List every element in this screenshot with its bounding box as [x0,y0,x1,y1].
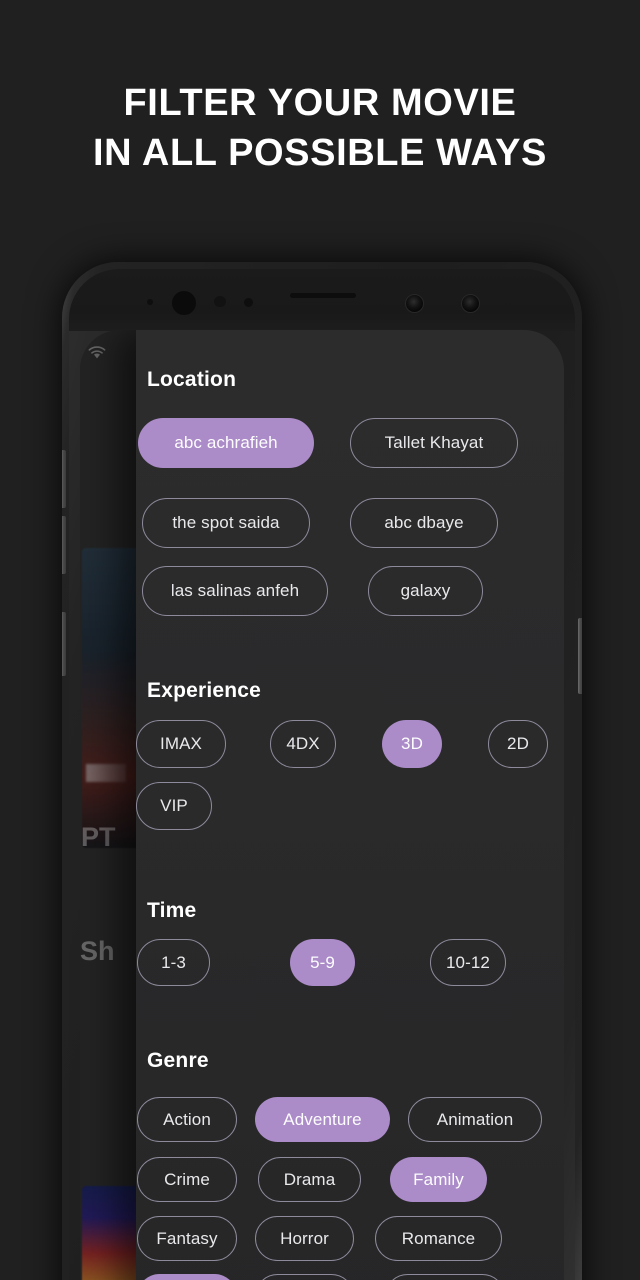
camera-lens-right-a-icon [405,294,424,313]
power-button[interactable] [578,618,582,694]
filter-panel: Location abc achrafieh Tallet Khayat the sp… [136,330,564,1280]
wifi-icon [88,346,106,359]
chip-genre-action[interactable]: Action [137,1097,237,1142]
chip-time-10-12[interactable]: 10-12 [430,939,506,986]
background-movie-poster [82,548,140,848]
section-title-experience: Experience [147,679,262,702]
chip-genre-partial[interactable] [385,1274,505,1280]
chip-location-abc-achrafieh[interactable]: abc achrafieh [138,418,314,468]
background-movie-poster [82,1186,140,1280]
background-text-fragment: PT [81,822,116,852]
page-title: FILTER YOUR MOVIE IN ALL POSSIBLE WAYS [0,78,640,178]
chip-time-1-3[interactable]: 1-3 [137,939,210,986]
chip-experience-imax[interactable]: IMAX [136,720,226,768]
front-camera-icon [172,291,196,315]
headline-line-1: FILTER YOUR MOVIE [123,82,517,124]
chip-genre-family[interactable]: Family [390,1157,487,1202]
assistant-button[interactable] [62,612,66,676]
chip-genre-fantasy[interactable]: Fantasy [137,1216,237,1261]
headline-line-2: IN ALL POSSIBLE WAYS [92,132,547,174]
screenshot-root: FILTER YOUR MOVIE IN ALL POSSIBLE WAYS P… [0,0,640,1280]
chip-genre-horror[interactable]: Horror [255,1216,354,1261]
volume-up-button[interactable] [62,450,66,508]
light-sensor-icon [244,298,253,307]
camera-lens-right-b-icon [461,294,480,313]
section-title-genre: Genre [147,1049,209,1072]
chip-genre-romance[interactable]: Romance [375,1216,502,1261]
chip-genre-drama[interactable]: Drama [258,1157,361,1202]
phone-screen: PT Sh vie and Locationabc achrafiehTalle… [80,330,564,1280]
chip-location-the-spot-saida[interactable]: the spot saida [142,498,310,548]
chip-experience-4dx[interactable]: 4DX [270,720,336,768]
phone-top-bezel [69,269,575,331]
chip-location-galaxy[interactable]: galaxy [368,566,483,616]
chip-experience-vip[interactable]: VIP [136,782,212,830]
background-text-fragment: Sh [80,936,115,966]
proximity-sensor-icon [147,299,153,305]
chip-genre-adventure[interactable]: Adventure [255,1097,390,1142]
chip-experience-3d[interactable]: 3D [382,720,442,768]
earpiece-speaker [290,293,356,298]
chip-location-las-salinas-anfeh[interactable]: las salinas anfeh [142,566,328,616]
chip-experience-2d[interactable]: 2D [488,720,548,768]
chip-genre-partial[interactable] [255,1274,354,1280]
section-title-time: Time [147,899,197,922]
chip-location-tallet-khayat[interactable]: Tallet Khayat [350,418,518,468]
chip-location-abc-dbaye[interactable]: abc dbaye [350,498,498,548]
chip-genre-animation[interactable]: Animation [408,1097,542,1142]
iris-scanner-icon [214,296,226,307]
phone-device-mockup: PT Sh vie and Locationabc achrafiehTalle… [62,262,582,1280]
chip-genre-partial[interactable] [137,1274,237,1280]
volume-down-button[interactable] [62,516,66,574]
chip-time-5-9[interactable]: 5-9 [290,939,355,986]
chip-genre-crime[interactable]: Crime [137,1157,237,1202]
section-title-location: Location [147,368,237,391]
